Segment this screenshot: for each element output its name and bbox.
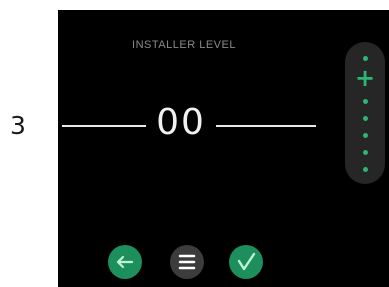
value-slider[interactable]: +: [345, 42, 385, 184]
slider-dot: [363, 56, 368, 61]
slider-dot: [363, 167, 368, 172]
confirm-button[interactable]: [229, 245, 263, 279]
menu-button[interactable]: [170, 245, 204, 279]
value-line-left: [62, 125, 146, 127]
slider-dot: [363, 133, 368, 138]
plus-icon[interactable]: +: [345, 66, 385, 90]
screen-title: INSTALLER LEVEL: [132, 39, 236, 51]
checkmark-icon: [237, 252, 256, 271]
back-button[interactable]: [108, 245, 142, 279]
value-display: 00: [156, 102, 206, 143]
slider-dot: [363, 116, 368, 121]
step-number: 3: [10, 111, 26, 140]
value-line-right: [216, 125, 316, 127]
arrow-left-icon: [116, 255, 134, 269]
device-screen: INSTALLER LEVEL 00 +: [58, 10, 389, 287]
slider-dot: [363, 150, 368, 155]
menu-icon: [178, 254, 196, 270]
slider-dot: [363, 99, 368, 104]
